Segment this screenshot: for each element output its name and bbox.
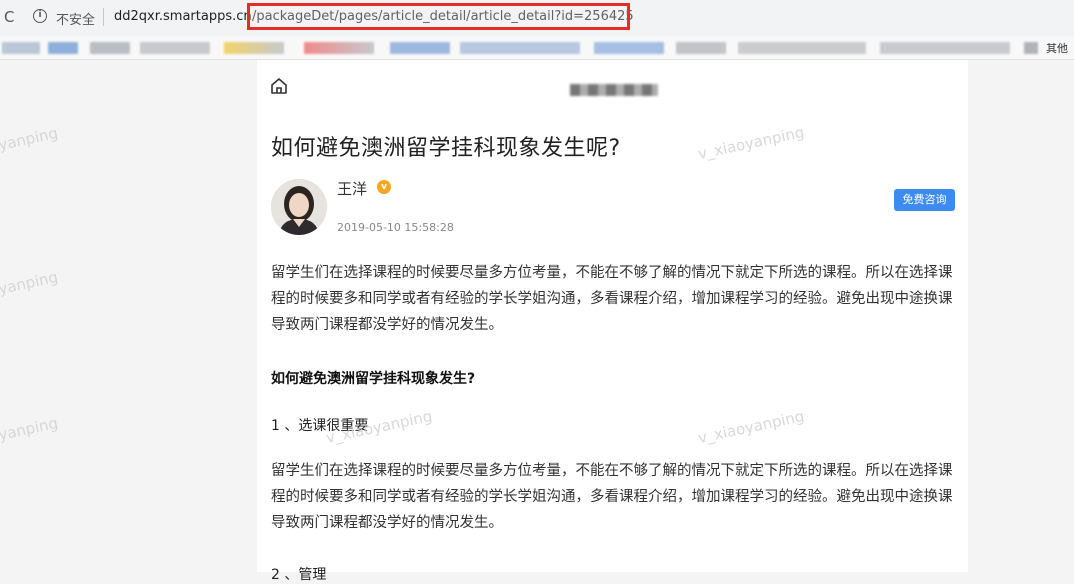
url-highlight-annotation	[247, 3, 630, 30]
bookmark-item[interactable]	[140, 42, 210, 54]
info-icon[interactable]: i	[33, 9, 47, 23]
address-bar[interactable]: C i 不安全 dd2qxr.smartapps.cn /packageDet/…	[0, 0, 1074, 36]
watermark: v_xiaoyanping	[696, 122, 806, 164]
bookmark-item[interactable]	[224, 42, 284, 54]
reload-icon[interactable]: C	[4, 8, 14, 26]
home-icon[interactable]	[269, 76, 289, 96]
article-card: 如何避免澳洲留学挂科现象发生呢? 王洋 v 2019-05-10 15:58:2…	[257, 60, 968, 583]
bookmark-item[interactable]	[90, 42, 130, 54]
article-title: 如何避免澳洲留学挂科现象发生呢?	[271, 136, 621, 161]
publish-date: 2019-05-10 15:58:28	[337, 221, 454, 234]
bookmark-item[interactable]	[738, 42, 866, 54]
section-heading: 如何避免澳洲留学挂科现象发生?	[271, 371, 476, 387]
divider	[103, 8, 104, 26]
intro-paragraph: 留学生们在选择课程的时候要尽量多方位考量，不能在不够了解的情况下就定下所选的课程…	[271, 265, 953, 333]
bookmark-item[interactable]	[390, 42, 450, 54]
security-label[interactable]: 不安全	[56, 9, 95, 28]
page-header-title-blurred	[570, 84, 658, 96]
point-1-body: 留学生们在选择课程的时候要尽量多方位考量，不能在不够了解的情况下就定下所选的课程…	[271, 463, 953, 531]
bookmarks-bar: 其他	[0, 36, 1074, 60]
page-viewport: yanping yanping yanping 如何避免澳洲留学挂科现象发生呢?…	[0, 60, 1074, 583]
author-avatar[interactable]	[271, 179, 327, 235]
watermark: v_xiaoyanping	[696, 406, 806, 448]
point-2-title: 2 、管理	[271, 567, 327, 583]
watermark: yanping	[0, 123, 60, 155]
bookmark-item[interactable]	[304, 42, 374, 54]
point-1-title: 1 、选课很重要	[271, 418, 369, 434]
bookmark-item[interactable]	[2, 42, 40, 54]
url-host[interactable]: dd2qxr.smartapps.cn	[114, 9, 252, 24]
watermark: yanping	[0, 267, 60, 299]
other-bookmarks[interactable]: 其他	[1046, 40, 1068, 56]
bookmark-item[interactable]	[594, 42, 664, 54]
bookmark-item[interactable]	[460, 42, 580, 54]
free-consult-button[interactable]: 免费咨询	[894, 189, 955, 211]
bookmark-item[interactable]	[48, 42, 78, 54]
author-name[interactable]: 王洋	[337, 178, 367, 199]
bookmark-item[interactable]	[1024, 42, 1038, 54]
bookmark-item[interactable]	[676, 42, 726, 54]
watermark: yanping	[0, 413, 60, 445]
verified-icon: v	[377, 180, 391, 194]
bookmark-item[interactable]	[880, 42, 1010, 54]
